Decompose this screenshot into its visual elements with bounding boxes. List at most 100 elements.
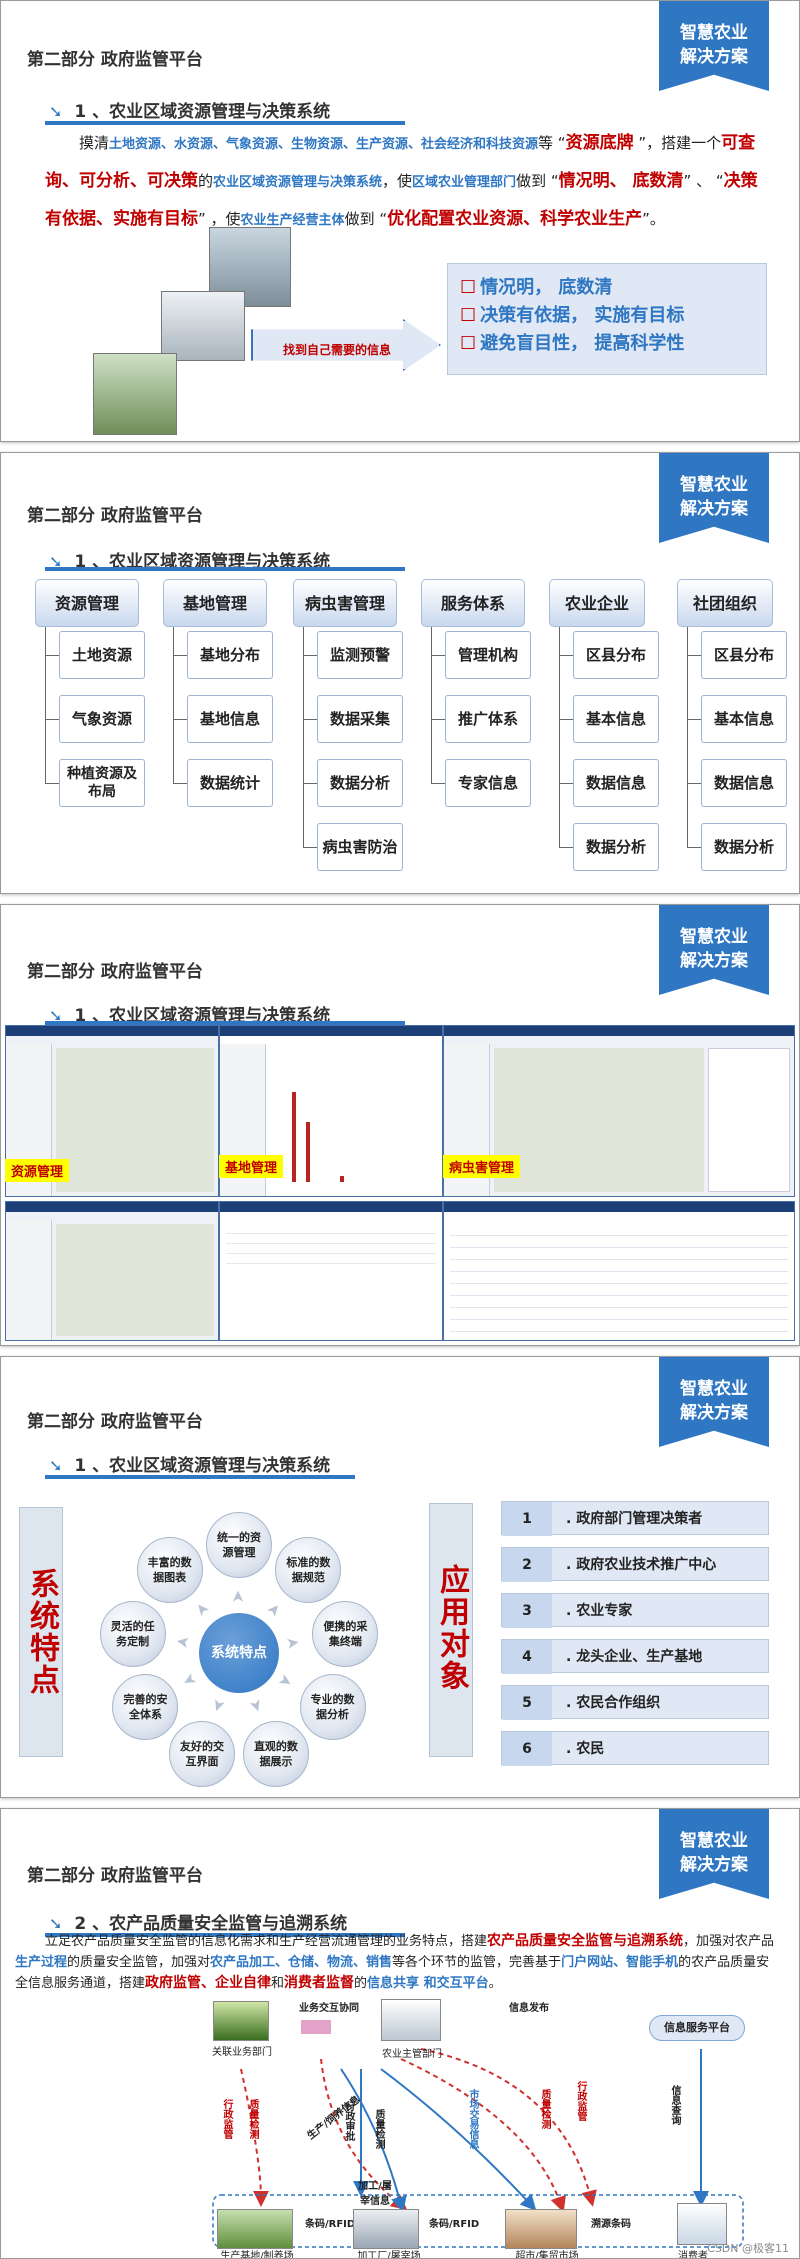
- solution-badge: 智慧农业 解决方案: [659, 1357, 769, 1447]
- module-header: 社团组织: [677, 579, 773, 627]
- paragraph-run: ”。: [642, 210, 665, 228]
- target-text: . 政府部门管理决策者: [566, 1511, 703, 1527]
- result-text: 避免盲目性， 提高科学性: [480, 333, 685, 354]
- production-base-label: 生产基地/制养场: [220, 2251, 294, 2259]
- feature-bubble: 丰富的数据图表: [136, 1537, 203, 1604]
- targets-side-panel: 应用对象: [429, 1503, 473, 1757]
- tree-connector: [45, 627, 46, 783]
- wheel-arrow-icon: ➤: [228, 1589, 248, 1604]
- target-number: 5: [502, 1686, 552, 1720]
- feature-bubble: 完善的安全体系: [112, 1674, 179, 1740]
- module-item: 监测预警: [317, 631, 403, 679]
- tree-connector: [559, 627, 560, 847]
- tree-connector: [173, 719, 187, 720]
- paragraph-run: 立足农产品质量安全监管的信息化需求和生产经营流通管理的业务特点，搭建: [45, 1934, 488, 1949]
- badge-line1: 智慧农业: [680, 1831, 748, 1851]
- module-item: 数据分析: [317, 759, 403, 807]
- agri-authority-icon: [381, 1999, 441, 2041]
- feature-bubble: 直观的数据展示: [242, 1721, 309, 1788]
- arrow-icon: ➘: [49, 102, 63, 121]
- badge-line1: 智慧农业: [680, 927, 748, 947]
- result-item: ☐ 决策有依据， 实施有目标: [460, 305, 685, 326]
- target-text: . 农民: [566, 1741, 605, 1757]
- tree-connector: [431, 783, 445, 784]
- module-item: 数据统计: [187, 759, 273, 807]
- target-text: . 政府农业技术推广中心: [566, 1557, 717, 1573]
- paragraph-run: 等 “: [538, 134, 566, 152]
- barcode-label: 条码/RFID: [429, 2219, 480, 2230]
- section-heading-text: 1 、农业区域资源管理与决策系统: [74, 1456, 331, 1476]
- module-header: 服务体系: [421, 579, 525, 627]
- badge-line1: 智慧农业: [680, 23, 748, 43]
- paragraph-run: 农业区域资源管理与决策系统: [213, 175, 383, 190]
- target-row: 2 . 政府农业技术推广中心: [501, 1547, 769, 1582]
- features-side-label: 系统特点: [24, 1568, 59, 1696]
- tree-connector: [687, 847, 701, 848]
- flow-label: 行政监管: [575, 2081, 586, 2121]
- paragraph-run: 等各个环节的监管，完善基于: [392, 1955, 562, 1970]
- feature-bubble: 统一的资源管理: [206, 1512, 272, 1578]
- solution-badge: 智慧农业 解决方案: [659, 1, 769, 91]
- paragraph-run: 的: [354, 1976, 368, 1991]
- module-item: 管理机构: [445, 631, 531, 679]
- tree-connector: [45, 783, 59, 784]
- agri-authority-label: 农业主管部门: [382, 2049, 442, 2060]
- screenshot-table: [226, 1224, 436, 1264]
- screenshot-titlebar: [444, 1026, 794, 1036]
- feature-bubble: 便携的采集终端: [312, 1601, 379, 1668]
- flow-label: 市场交易信息: [467, 2089, 478, 2149]
- flow-label: 行政监管: [221, 2099, 232, 2139]
- slide-resource-overview: 智慧农业 解决方案 第二部分 政府监管平台 ➘ 1 、农业区域资源管理与决策系统 摸…: [0, 0, 800, 442]
- slide-screenshots: 智慧农业 解决方案 第二部分 政府监管平台 ➘ 1 、农业区域资源管理与决策系统 资…: [0, 904, 800, 1346]
- screenshot-map: [494, 1048, 704, 1192]
- flow-label: 质量检测: [247, 2099, 258, 2139]
- target-row: 1 . 政府部门管理决策者: [501, 1501, 769, 1536]
- wheel-center: 系统特点: [199, 1613, 279, 1693]
- target-number: 4: [502, 1640, 552, 1674]
- flow-label: 信息查询: [669, 2085, 680, 2125]
- targets-side-label: 应用对象: [434, 1564, 469, 1692]
- related-dept-label: 关联业务部门: [212, 2047, 272, 2058]
- paragraph-run: 消费者监督: [284, 1975, 355, 1991]
- module-item: 推广体系: [445, 695, 531, 743]
- features-side-panel: 系统特点: [19, 1507, 63, 1757]
- badge-line2: 解决方案: [680, 47, 748, 67]
- tree-connector: [173, 655, 187, 656]
- tree-connector: [303, 719, 317, 720]
- tree-connector: [303, 627, 304, 847]
- screenshot-map: [56, 1048, 214, 1192]
- processing-plant-label: 加工厂/屠宰场: [357, 2251, 421, 2259]
- section-underline: [45, 1475, 355, 1479]
- tree-connector: [431, 719, 445, 720]
- link-interaction-label: 业务交互协同: [299, 2003, 359, 2014]
- paragraph-run: ” ，使: [198, 210, 241, 228]
- paragraph-run: 信息共享 和交互平台: [367, 1976, 489, 1991]
- result-item: ☐ 避免盲目性， 提高科学性: [460, 333, 685, 354]
- tree-connector: [687, 783, 701, 784]
- screenshot-titlebar: [6, 1026, 218, 1036]
- paragraph-run: ” 、 “: [683, 172, 724, 190]
- module-header: 基地管理: [163, 579, 267, 627]
- wheel-arrow-icon: ➤: [262, 1598, 286, 1621]
- badge-line2: 解决方案: [680, 499, 748, 519]
- paragraph-run: 门户网站、智能手机: [561, 1955, 679, 1970]
- intro-paragraph: 摸清土地资源、水资源、气象资源、生物资源、生产资源、社会经济和科技资源等 “资源…: [45, 125, 765, 239]
- tree-connector: [687, 655, 701, 656]
- paragraph-run: 和: [271, 1976, 285, 1991]
- feature-bubble: 友好的交互界面: [169, 1721, 236, 1788]
- paragraph-run: 土地资源、水资源、气象资源、生物资源、生产资源、社会经济和科技资源: [109, 137, 539, 152]
- wheel-arrow-icon: ➤: [275, 1668, 297, 1693]
- flow-label: 加工/屠宰信息: [358, 2181, 392, 2207]
- traceability-paragraph: 立足农产品质量安全监管的信息化需求和生产经营流通管理的业务特点，搭建农产品质量安…: [15, 1931, 775, 1994]
- office-worker-photo: [161, 291, 245, 361]
- module-item: 区县分布: [573, 631, 659, 679]
- screenshot-table: [450, 1224, 788, 1334]
- badge-line2: 解决方案: [680, 951, 748, 971]
- paragraph-run: ，使: [382, 172, 413, 190]
- feature-bubble: 专业的数据分析: [299, 1674, 366, 1740]
- tree-connector: [559, 783, 573, 784]
- solution-badge: 智慧农业 解决方案: [659, 905, 769, 995]
- consumer-icon: [677, 2203, 727, 2245]
- part-title: 第二部分 政府监管平台: [27, 1412, 203, 1432]
- screenshot-titlebar: [220, 1202, 442, 1212]
